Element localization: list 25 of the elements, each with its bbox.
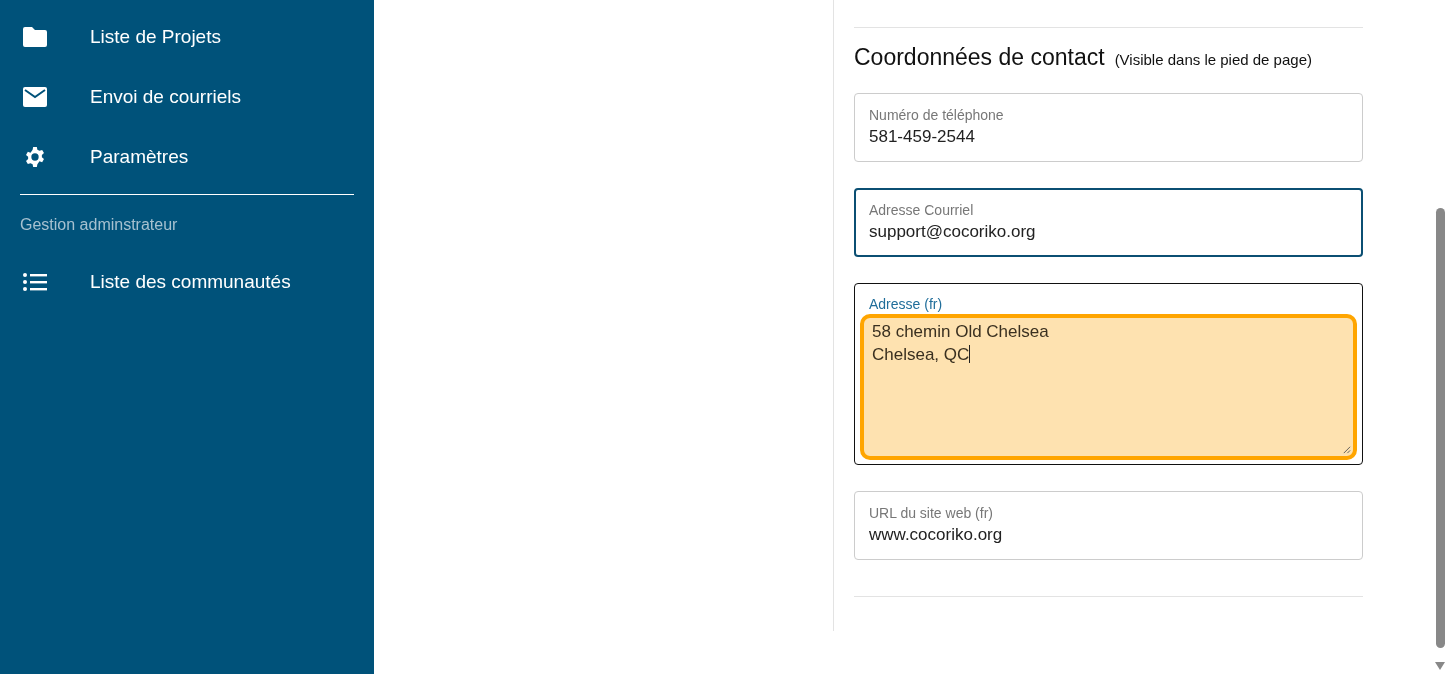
input-field[interactable]: URL du site web (fr) www.cocoriko.org — [854, 491, 1363, 560]
field-label: URL du site web (fr) — [869, 505, 993, 521]
scroll-down-icon[interactable] — [1435, 662, 1445, 670]
input-field[interactable]: Numéro de téléphone 581-459-2544 — [854, 93, 1363, 162]
input-field[interactable]: Adresse Courriel support@cocoriko.org — [854, 188, 1363, 257]
field-label: Numéro de téléphone — [869, 107, 1004, 123]
mail-icon — [22, 86, 48, 108]
textarea-field[interactable]: Adresse (fr) 58 chemin Old Chelsea Chelsea, QC — [854, 283, 1363, 465]
field-value: www.cocoriko.org — [869, 525, 1003, 545]
nav-item[interactable]: Liste de Projets — [0, 14, 374, 60]
section-title: Gestion adminstrateur — [20, 216, 178, 234]
scrollbar-thumb[interactable] — [1436, 208, 1445, 648]
nav-item[interactable]: Envoi de courriels — [0, 74, 374, 120]
nav-item[interactable]: Paramètres — [0, 134, 374, 180]
field-label: Adresse (fr) — [869, 296, 943, 312]
section-note: (Visible dans le pied de page) — [1114, 51, 1312, 68]
section-heading: Coordonnées de contact — [854, 44, 1105, 71]
folder-icon — [22, 26, 48, 48]
nav-item[interactable]: Liste des communautés — [0, 259, 374, 305]
field-value: 581-459-2544 — [869, 127, 975, 147]
resize-handle-icon[interactable] — [1342, 445, 1351, 454]
field-label: Adresse Courriel — [869, 202, 974, 218]
list-icon — [22, 271, 48, 293]
field-value: support@cocoriko.org — [869, 222, 1036, 242]
field-value: 58 chemin Old Chelsea Chelsea, QC — [871, 321, 1050, 366]
